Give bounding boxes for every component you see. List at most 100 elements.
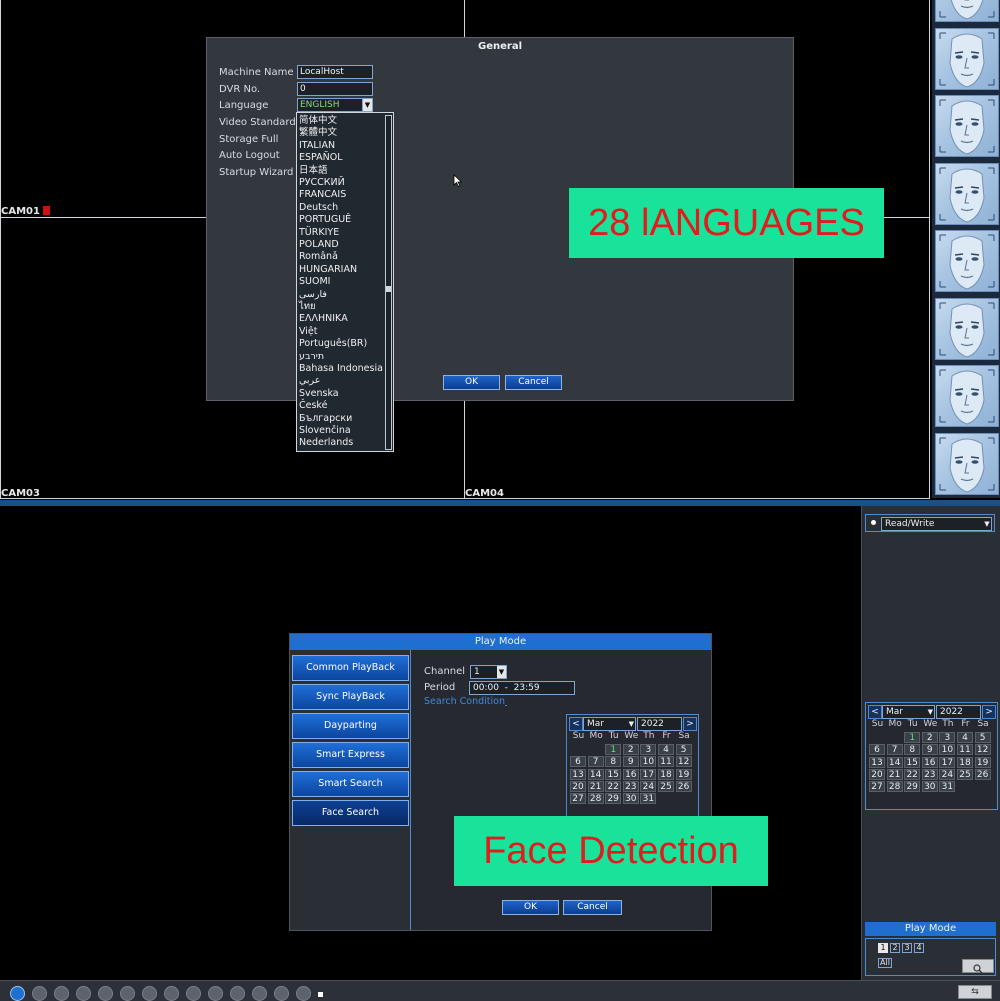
- calendar-day[interactable]: 31: [640, 793, 657, 805]
- calendar-prev-button[interactable]: <: [868, 705, 882, 719]
- calendar-day[interactable]: 1: [605, 744, 622, 755]
- right-year-select[interactable]: 2022: [936, 705, 981, 719]
- language-scrollbar[interactable]: [385, 115, 392, 450]
- ok-button[interactable]: OK: [502, 900, 559, 915]
- calendar-day[interactable]: 25: [957, 768, 973, 780]
- sync-playback-button[interactable]: Sync PlayBack: [292, 684, 409, 710]
- face-thumbnail[interactable]: [935, 297, 999, 360]
- channel-toggle-1[interactable]: 1: [878, 943, 888, 953]
- calendar-day[interactable]: 8: [605, 756, 622, 768]
- play-icon[interactable]: [10, 986, 25, 1001]
- calendar-day[interactable]: 9: [622, 756, 639, 768]
- language-option[interactable]: Bahasa Indonesia: [299, 363, 383, 375]
- calendar-day[interactable]: 21: [587, 780, 604, 792]
- calendar-day[interactable]: 11: [658, 756, 674, 768]
- cancel-button[interactable]: Cancel: [563, 900, 622, 915]
- prev-frame-icon[interactable]: [142, 986, 157, 1001]
- language-option[interactable]: ITALIAN: [299, 140, 335, 152]
- chevron-down-icon[interactable]: ▼: [497, 666, 506, 678]
- calendar-day[interactable]: 22: [904, 768, 921, 780]
- language-option[interactable]: فارسی: [299, 289, 327, 301]
- scrollbar-thumb[interactable]: [386, 286, 391, 292]
- calendar-day[interactable]: 22: [605, 780, 622, 792]
- read-write-select[interactable]: Read/Write ▼: [881, 517, 992, 531]
- calendar-day[interactable]: 30: [622, 793, 639, 805]
- save-icon[interactable]: [296, 986, 311, 1001]
- calendar-day[interactable]: 12: [974, 744, 991, 756]
- calendar-day[interactable]: 23: [921, 768, 938, 780]
- calendar-day[interactable]: 26: [974, 768, 991, 780]
- calendar-day[interactable]: 19: [974, 756, 991, 768]
- calendar-day[interactable]: 27: [869, 781, 885, 793]
- chevron-down-icon[interactable]: ▼: [629, 718, 634, 730]
- calendar-day[interactable]: 14: [886, 756, 903, 768]
- calendar-day[interactable]: 28: [886, 781, 903, 793]
- calendar-day[interactable]: 3: [939, 732, 956, 743]
- calendar-day[interactable]: 29: [605, 793, 622, 805]
- calendar-day[interactable]: 1: [904, 732, 921, 743]
- calendar-day[interactable]: 17: [939, 756, 956, 768]
- dvr-no-input[interactable]: 0: [297, 82, 373, 96]
- language-option[interactable]: 简体中文: [299, 115, 337, 127]
- face-thumbnail[interactable]: [935, 365, 999, 427]
- calendar-day[interactable]: 16: [921, 756, 938, 768]
- calendar-day[interactable]: 28: [587, 793, 604, 805]
- language-select[interactable]: ENGLISH ▼: [297, 98, 373, 112]
- next-frame-icon[interactable]: [164, 986, 179, 1001]
- language-option[interactable]: ไทย: [299, 301, 316, 313]
- calendar-day[interactable]: 9: [921, 744, 938, 756]
- language-option[interactable]: 繁體中文: [299, 127, 337, 139]
- calendar-day[interactable]: 21: [886, 768, 903, 780]
- rewind-icon[interactable]: [32, 986, 47, 1001]
- smart-search-button[interactable]: Smart Search: [292, 771, 409, 797]
- playback-year-select[interactable]: 2022: [637, 717, 682, 731]
- calendar-day[interactable]: 4: [957, 732, 973, 743]
- chevron-down-icon[interactable]: ▼: [983, 518, 991, 530]
- face-thumbnail[interactable]: [935, 0, 999, 22]
- language-option[interactable]: عربي: [299, 375, 320, 387]
- fast-backward-icon[interactable]: [98, 986, 113, 1001]
- calendar-day[interactable]: 4: [658, 744, 674, 755]
- language-option[interactable]: ESPAÑOL: [299, 152, 343, 164]
- channel-toggle-2[interactable]: 2: [890, 943, 900, 953]
- calendar-day[interactable]: 10: [640, 756, 657, 768]
- playback-month-select[interactable]: Mar ▼: [583, 717, 636, 731]
- language-option[interactable]: תירבע: [299, 351, 324, 363]
- channel-toggle-4[interactable]: 4: [914, 943, 924, 953]
- face-thumbnail[interactable]: [935, 95, 999, 157]
- common-playback-button[interactable]: Common PlayBack: [292, 655, 409, 681]
- calendar-day[interactable]: 26: [675, 780, 692, 792]
- language-option[interactable]: Slovenčina: [299, 425, 351, 437]
- language-option[interactable]: Svenska: [299, 388, 339, 400]
- calendar-day[interactable]: 5: [974, 732, 991, 743]
- period-input[interactable]: 00:00 - 23:59: [469, 681, 575, 695]
- calendar-day[interactable]: 10: [939, 744, 956, 756]
- channel-all-toggle[interactable]: All: [878, 958, 892, 968]
- calendar-day[interactable]: 2: [622, 744, 639, 755]
- language-option[interactable]: 日本語: [299, 165, 328, 177]
- language-option[interactable]: Românǎ: [299, 251, 338, 263]
- dayparting-button[interactable]: Dayparting: [292, 713, 409, 739]
- smart-express-button[interactable]: Smart Express: [292, 742, 409, 768]
- machine-name-input[interactable]: LocalHost: [297, 65, 373, 79]
- calendar-day[interactable]: 7: [886, 744, 903, 756]
- language-option[interactable]: Português(BR): [299, 338, 367, 350]
- calendar-day[interactable]: 3: [640, 744, 657, 755]
- language-option[interactable]: Nederlands: [299, 437, 353, 449]
- calendar-day[interactable]: 31: [939, 781, 956, 793]
- language-option[interactable]: PORTUGUÊ: [299, 214, 351, 226]
- calendar-day[interactable]: 30: [921, 781, 938, 793]
- fullscreen-icon[interactable]: [230, 986, 245, 1001]
- next-file-icon[interactable]: [208, 986, 223, 1001]
- calendar-day[interactable]: 16: [622, 768, 639, 780]
- chevron-down-icon[interactable]: ▼: [362, 99, 372, 111]
- language-option[interactable]: FRANCAIS: [299, 189, 346, 201]
- language-option[interactable]: ΕΛΛΗΝΙΚΑ: [299, 313, 348, 325]
- calendar-day[interactable]: 20: [869, 768, 885, 780]
- chevron-down-icon[interactable]: ▼: [928, 706, 933, 718]
- language-option[interactable]: Български: [299, 413, 352, 425]
- calendar-day[interactable]: 5: [675, 744, 692, 755]
- language-option[interactable]: SUOMI: [299, 276, 330, 288]
- calendar-next-button[interactable]: >: [683, 717, 697, 731]
- face-thumbnail[interactable]: [935, 27, 999, 90]
